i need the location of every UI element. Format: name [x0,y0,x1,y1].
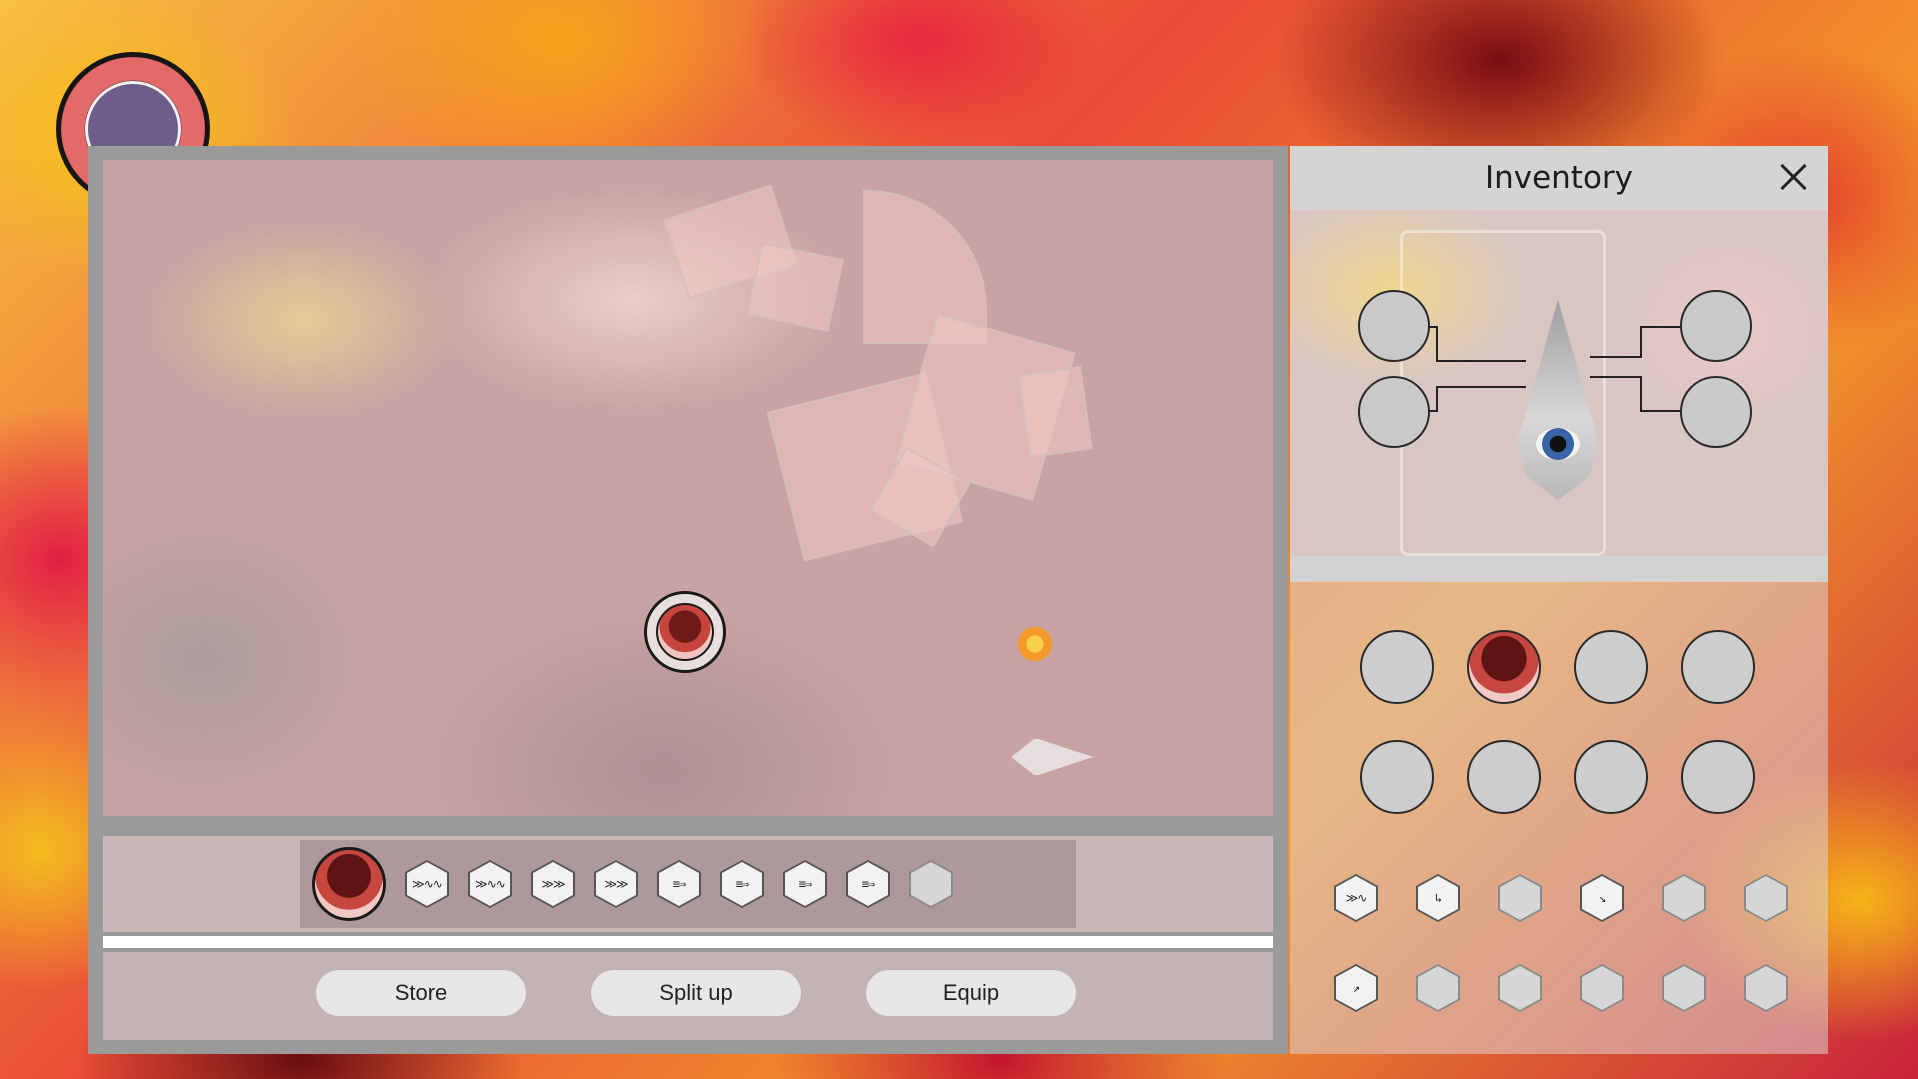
inventory-module-empty[interactable] [1580,964,1624,1012]
module-glyph [909,860,953,908]
inventory-module-empty[interactable] [1744,964,1788,1012]
module-glyph [1662,964,1706,1012]
module-glyph: ↳ [1434,891,1442,905]
slot-wire [1640,326,1642,358]
inventory-slot-empty[interactable] [1360,740,1434,814]
module-glyph [1498,874,1542,922]
slot-wire [1436,386,1438,412]
hotbar-slot-module[interactable] [909,860,953,908]
hotbar-slot-module[interactable]: ≡⇒ [720,860,764,908]
split-up-button[interactable]: Split up [591,970,801,1016]
action-bar: Store Split up Equip [103,952,1273,1040]
inventory-divider [1290,556,1828,582]
inventory-slot-core-orb[interactable] [1467,630,1541,704]
inventory-module-empty[interactable] [1662,964,1706,1012]
equipment-area [1290,210,1828,556]
inventory-module[interactable]: ↘ [1580,874,1624,922]
inventory-slot-empty[interactable] [1467,740,1541,814]
hotbar-slot-module[interactable]: ≫∿∿ [468,860,512,908]
equip-slot-left-top[interactable] [1358,290,1430,362]
hotbar-slot-module[interactable]: ≡⇒ [846,860,890,908]
equip-button[interactable]: Equip [866,970,1076,1016]
inventory-module[interactable]: ↳ [1416,874,1460,922]
player-orb[interactable] [644,591,726,673]
inventory-slot-empty[interactable] [1574,630,1648,704]
game-viewport[interactable] [103,160,1273,816]
slot-wire [1640,326,1684,328]
inventory-module[interactable]: ≫∿ [1334,874,1378,922]
inventory-title: Inventory [1484,160,1634,196]
module-glyph: ≫≫ [604,877,628,891]
enemy-drone [1011,738,1093,776]
ship-core [1518,300,1598,500]
inventory-module-empty[interactable] [1744,874,1788,922]
close-icon[interactable] [1776,160,1810,194]
module-glyph: ↘ [1598,891,1606,905]
debris-shard [863,190,987,344]
hotbar-slot-module[interactable]: ≫≫ [594,860,638,908]
module-glyph [1744,874,1788,922]
module-glyph [1662,874,1706,922]
inventory-slot-empty[interactable] [1574,740,1648,814]
module-glyph: ≡⇒ [798,877,812,891]
module-glyph: ≫∿ [1345,891,1368,905]
inventory-slot-empty[interactable] [1360,630,1434,704]
inventory-module-empty[interactable] [1662,874,1706,922]
slot-wire [1436,360,1526,362]
module-glyph [1744,964,1788,1012]
explosion-effect [1015,624,1055,664]
inventory-module[interactable]: ↗ [1334,964,1378,1012]
inventory-module-empty[interactable] [1498,964,1542,1012]
hotbar-slot-core-orb[interactable] [312,847,386,921]
hotbar-track: ≫∿∿ ≫∿∿ ≫≫ ≫≫ ≡⇒ ≡⇒ ≡⇒ ≡⇒ [300,840,1076,928]
hotbar: ≫∿∿ ≫∿∿ ≫≫ ≫≫ ≡⇒ ≡⇒ ≡⇒ ≡⇒ [103,836,1273,932]
equip-slot-left-bottom[interactable] [1358,376,1430,448]
hotbar-slot-module[interactable]: ≫≫ [531,860,575,908]
inventory-module-empty[interactable] [1416,964,1460,1012]
hotbar-slot-module[interactable]: ≫∿∿ [405,860,449,908]
slot-wire [1436,326,1438,362]
hotbar-slot-module[interactable]: ≡⇒ [783,860,827,908]
hotbar-slot-module[interactable]: ≡⇒ [657,860,701,908]
equip-slot-right-top[interactable] [1680,290,1752,362]
module-glyph [1580,964,1624,1012]
module-glyph: ≡⇒ [861,877,875,891]
module-glyph: ≫∿∿ [412,877,443,891]
module-glyph: ≫∿∿ [475,877,506,891]
inventory-header: Inventory [1290,146,1828,210]
module-glyph: ≡⇒ [672,877,686,891]
slot-wire [1436,386,1526,388]
inventory-slot-empty[interactable] [1681,740,1755,814]
module-glyph: ↗ [1352,981,1360,995]
hotbar-divider [103,936,1273,948]
debris-shard [746,242,844,332]
inventory-module-empty[interactable] [1498,874,1542,922]
slot-wire [1640,376,1642,412]
inventory-panel: Inventory ≫∿ ↳ ↘ ↗ [1290,146,1828,1054]
module-glyph: ≡⇒ [735,877,749,891]
ship-core-body [1518,300,1598,500]
slot-wire [1640,410,1684,412]
debris-shard [1017,365,1093,459]
module-glyph [1498,964,1542,1012]
inventory-slot-empty[interactable] [1681,630,1755,704]
equip-slot-right-bottom[interactable] [1680,376,1752,448]
game-view-panel: ≫∿∿ ≫∿∿ ≫≫ ≫≫ ≡⇒ ≡⇒ ≡⇒ ≡⇒ Store Split up Equip [88,146,1288,1054]
module-glyph: ≫≫ [541,877,565,891]
eye-icon [1536,428,1580,460]
module-glyph [1416,964,1460,1012]
store-button[interactable]: Store [316,970,526,1016]
